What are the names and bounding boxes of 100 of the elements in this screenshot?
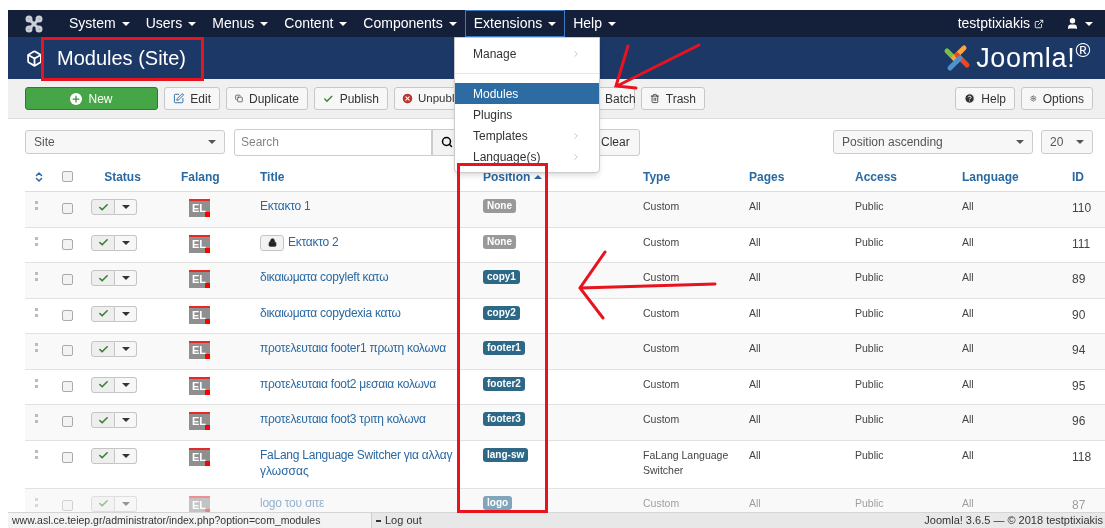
row-checkbox[interactable] — [62, 416, 73, 427]
publish-toggle[interactable] — [91, 495, 115, 512]
client-select[interactable]: Site — [25, 130, 225, 154]
type-text: Custom — [642, 270, 681, 285]
drag-handle-icon[interactable] — [35, 236, 38, 246]
new-button[interactable]: New — [25, 87, 158, 110]
drag-handle-icon[interactable] — [35, 201, 38, 210]
language-flag[interactable]: EL — [189, 234, 210, 253]
column-header[interactable]: ID — [1060, 167, 1093, 186]
row-checkbox[interactable] — [62, 238, 73, 250]
nav-menu[interactable]: System — [61, 10, 138, 37]
publish-toggle[interactable] — [91, 447, 115, 464]
language-text: All — [961, 447, 975, 463]
logout-link[interactable]: Log out — [376, 512, 422, 528]
position-badge: None — [483, 234, 516, 249]
access-text: Public — [854, 447, 885, 463]
module-title-link[interactable]: Εκτακτο 2 — [288, 235, 339, 250]
id-text: 87 — [1071, 496, 1087, 512]
row-checkbox[interactable] — [62, 451, 73, 463]
nav-menu[interactable]: Extensions — [464, 10, 566, 37]
row-checkbox[interactable] — [62, 203, 73, 214]
help-button[interactable]: Help — [955, 87, 1015, 110]
language-flag[interactable]: EL — [189, 447, 210, 466]
nav-menu[interactable]: Menus — [204, 10, 277, 37]
module-title-link[interactable]: δικαιωματα copyleft κατω — [260, 270, 389, 285]
search-field[interactable]: Search — [234, 128, 432, 156]
nav-menu[interactable]: Components — [355, 10, 465, 37]
access-text: Public — [854, 305, 885, 321]
drag-handle-icon[interactable] — [35, 414, 38, 423]
drag-handle-icon[interactable] — [35, 307, 38, 317]
language-flag[interactable]: EL — [189, 412, 210, 430]
trash-button[interactable]: Trash — [641, 87, 705, 110]
column-header[interactable]: Status — [85, 167, 160, 186]
edit-button[interactable]: Edit — [164, 87, 220, 110]
module-title-link[interactable]: προτελευταια foot3 τριτη κολωνα — [260, 412, 426, 427]
menu-item[interactable]: Manage — [455, 43, 599, 64]
actions-dropdown[interactable] — [115, 305, 137, 322]
column-header[interactable]: Access — [845, 167, 952, 186]
actions-dropdown[interactable] — [115, 199, 137, 215]
row-checkbox[interactable] — [62, 345, 73, 356]
publish-toggle[interactable] — [91, 234, 115, 251]
language-flag[interactable]: EL — [189, 270, 210, 288]
access-text: Public — [854, 270, 885, 285]
drag-handle-icon[interactable] — [35, 497, 38, 507]
publish-button[interactable]: Publish — [314, 87, 388, 110]
nav-menu[interactable]: Help — [565, 10, 624, 37]
module-title-link[interactable]: γλωσσας — [260, 463, 473, 479]
drag-handle-icon[interactable] — [35, 272, 38, 281]
row-checkbox[interactable] — [62, 380, 73, 392]
column-header[interactable]: Language — [952, 167, 1060, 186]
type-text: Custom — [642, 234, 681, 250]
caret-icon — [188, 21, 197, 26]
page-title: Modules (Site) — [57, 48, 186, 68]
id-text: 110 — [1071, 200, 1093, 217]
drag-handle-icon[interactable] — [35, 378, 38, 388]
column-header[interactable]: Falang — [160, 167, 250, 186]
sort-icon[interactable] — [33, 170, 45, 183]
actions-dropdown[interactable] — [115, 341, 137, 357]
language-flag[interactable]: EL — [189, 199, 210, 217]
column-header[interactable]: Title — [250, 167, 473, 186]
publish-toggle[interactable] — [91, 412, 115, 428]
limit-select[interactable]: 20 — [1041, 130, 1093, 154]
access-text: Public — [854, 376, 885, 392]
column-header[interactable]: Pages — [739, 167, 845, 186]
publish-toggle[interactable] — [91, 270, 115, 286]
actions-dropdown[interactable] — [115, 376, 137, 393]
site-link[interactable]: testptixiakis — [957, 13, 1044, 34]
actions-dropdown[interactable] — [115, 270, 137, 286]
position-badge: copy2 — [483, 305, 520, 320]
pages-text: All — [748, 270, 762, 285]
publish-toggle[interactable] — [91, 305, 115, 322]
nav-menu[interactable]: Content — [276, 10, 356, 37]
module-title-link[interactable]: Εκτακτο 1 — [260, 199, 311, 214]
actions-dropdown[interactable] — [115, 234, 137, 251]
column-header[interactable]: Type — [633, 167, 739, 186]
options-button[interactable]: Options — [1021, 87, 1093, 110]
language-flag[interactable]: EL — [189, 341, 210, 359]
menu-item[interactable]: Modules — [455, 83, 599, 104]
publish-toggle[interactable] — [91, 341, 115, 357]
actions-dropdown[interactable] — [115, 447, 137, 464]
select-all-checkbox[interactable] — [62, 171, 73, 182]
language-flag[interactable]: EL — [189, 376, 210, 395]
module-title-link[interactable]: προτελευταια footer1 πρωτη κολωνα — [260, 341, 446, 356]
module-title-link[interactable]: FaLang Language Switcher για αλλαγ — [260, 447, 453, 463]
actions-dropdown[interactable] — [115, 412, 137, 428]
publish-toggle[interactable] — [91, 376, 115, 393]
row-checkbox[interactable] — [62, 499, 73, 511]
ordering-select[interactable]: Position ascending — [833, 130, 1033, 154]
nav-menu[interactable]: Users — [137, 10, 205, 37]
language-flag[interactable]: EL — [189, 305, 210, 324]
drag-handle-icon[interactable] — [35, 343, 38, 352]
duplicate-button[interactable]: Duplicate — [226, 87, 308, 110]
module-title-link[interactable]: προτελευταια foot2 μεσαια κολωνα — [260, 376, 437, 392]
row-checkbox[interactable] — [62, 309, 73, 321]
publish-toggle[interactable] — [91, 199, 115, 215]
module-title-link[interactable]: δικαιωματα copydexia κατω — [260, 305, 401, 321]
checked-out-button[interactable] — [260, 234, 284, 251]
row-checkbox[interactable] — [62, 274, 73, 285]
user-menu[interactable] — [1066, 17, 1093, 30]
drag-handle-icon[interactable] — [35, 449, 38, 459]
